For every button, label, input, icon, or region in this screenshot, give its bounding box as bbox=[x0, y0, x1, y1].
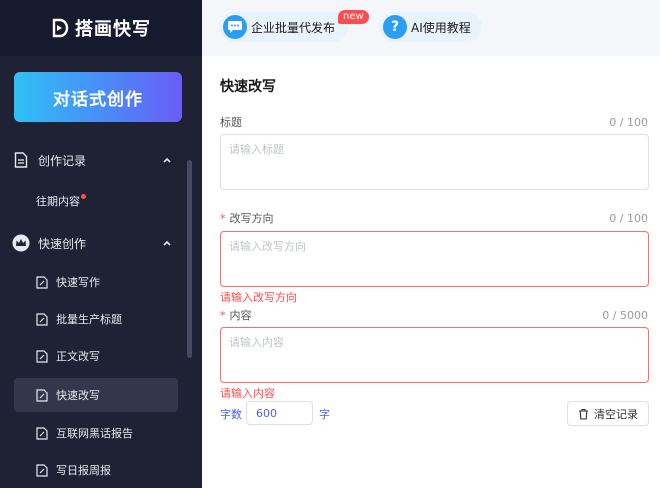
group-quick-create[interactable]: 快速创作 bbox=[0, 229, 190, 257]
chat-bubble-icon bbox=[223, 15, 247, 39]
chevron-up-icon bbox=[163, 157, 171, 163]
group-creation-records[interactable]: 创作记录 bbox=[0, 146, 190, 174]
word-count-unit: 字 bbox=[319, 408, 330, 421]
notification-dot bbox=[81, 194, 86, 199]
direction-label-text: 改写方向 bbox=[229, 212, 274, 225]
dialog-create-button[interactable]: 对话式创作 bbox=[14, 72, 182, 122]
edit-doc-icon bbox=[36, 426, 48, 440]
title-label-text: 标题 bbox=[220, 116, 242, 129]
required-mark: * bbox=[220, 309, 226, 322]
sidebar-item-past-content[interactable]: 往期内容 bbox=[36, 193, 86, 209]
sidebar-item-batch-titles[interactable]: 批量生产标题 bbox=[14, 302, 178, 336]
direction-char-count: 0 / 100 bbox=[609, 212, 648, 225]
required-mark: * bbox=[220, 212, 226, 225]
chevron-up-icon bbox=[163, 240, 171, 246]
crown-icon bbox=[12, 234, 30, 252]
nav-item-label: 互联网黑话报告 bbox=[56, 427, 133, 440]
nav-item-label: 正文改写 bbox=[56, 350, 100, 363]
brand-logo-icon bbox=[52, 18, 69, 38]
direction-input[interactable] bbox=[220, 231, 649, 287]
edit-doc-icon bbox=[36, 275, 48, 289]
enterprise-publish-button[interactable]: 企业批量代发布 bbox=[220, 12, 348, 42]
direction-error-message: 请输入改写方向 bbox=[220, 291, 297, 304]
sidebar-item-quick-rewrite[interactable]: 快速改写 bbox=[14, 378, 178, 412]
trash-icon bbox=[579, 408, 588, 420]
new-badge: new bbox=[338, 10, 369, 24]
content-char-count: 0 / 5000 bbox=[602, 309, 648, 322]
top-bar: 企业批量代发布 new ? AI使用教程 bbox=[202, 0, 660, 56]
enterprise-publish-label: 企业批量代发布 bbox=[251, 20, 336, 35]
sidebar-item-quick-writing[interactable]: 快速写作 bbox=[14, 265, 178, 299]
title-input[interactable] bbox=[220, 134, 649, 190]
content-error-message: 请输入内容 bbox=[220, 387, 275, 400]
ai-tutorial-button[interactable]: ? AI使用教程 bbox=[380, 12, 482, 42]
group-label: 创作记录 bbox=[38, 153, 87, 168]
content-label-text: 内容 bbox=[229, 309, 252, 322]
brand-name: 搭画快写 bbox=[75, 19, 151, 40]
sidebar-item-body-rewrite[interactable]: 正文改写 bbox=[14, 339, 178, 373]
direction-field-label: * 改写方向 bbox=[220, 210, 274, 226]
sidebar-scrollbar[interactable] bbox=[187, 160, 192, 358]
content-field-label: * 内容 bbox=[220, 307, 252, 323]
sidebar: 搭画快写 对话式创作 创作记录 往期内容 快速创作 快速写作 批量生产标题 正文… bbox=[0, 0, 202, 488]
edit-doc-icon bbox=[36, 463, 48, 477]
word-count-label: 字数 bbox=[220, 408, 242, 421]
title-char-count: 0 / 100 bbox=[609, 116, 648, 129]
clear-records-label: 清空记录 bbox=[594, 407, 638, 421]
logo[interactable]: 搭画快写 bbox=[0, 0, 202, 56]
content-input[interactable] bbox=[220, 327, 649, 383]
nav-item-label: 快速写作 bbox=[56, 276, 100, 289]
page-title: 快速改写 bbox=[220, 79, 276, 95]
sidebar-item-jargon-report[interactable]: 互联网黑话报告 bbox=[14, 416, 178, 450]
nav-item-label: 快速改写 bbox=[56, 389, 100, 402]
group-label: 快速创作 bbox=[38, 236, 87, 251]
edit-doc-icon bbox=[36, 388, 48, 402]
sub-item-label: 往期内容 bbox=[36, 195, 80, 208]
ai-tutorial-label: AI使用教程 bbox=[411, 20, 471, 35]
word-count-input[interactable] bbox=[246, 401, 313, 425]
edit-doc-icon bbox=[36, 349, 48, 363]
sidebar-item-daily-weekly-report[interactable]: 写日报周报 bbox=[14, 453, 178, 487]
edit-doc-icon bbox=[36, 312, 48, 326]
document-icon bbox=[12, 151, 30, 169]
title-field-label: 标题 bbox=[220, 114, 242, 130]
question-icon: ? bbox=[383, 15, 407, 39]
clear-records-button[interactable]: 清空记录 bbox=[567, 401, 649, 426]
nav-item-label: 批量生产标题 bbox=[56, 313, 122, 326]
nav-item-label: 写日报周报 bbox=[56, 464, 111, 477]
